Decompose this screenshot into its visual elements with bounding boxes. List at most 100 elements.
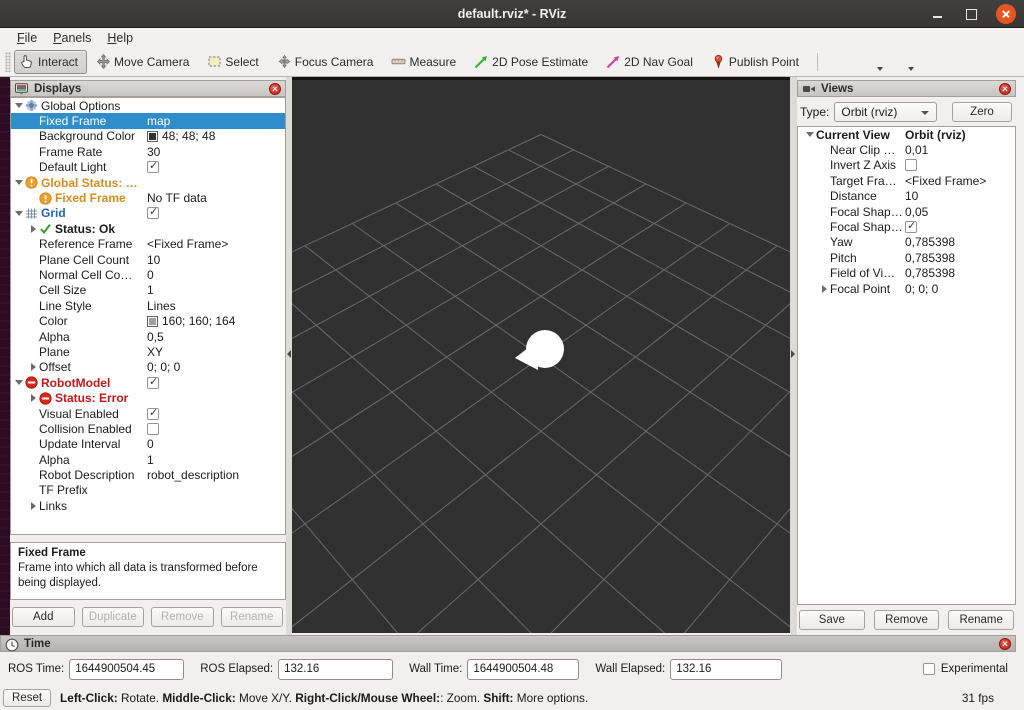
displays-remove-button[interactable]: Remove — [151, 607, 214, 627]
views-save-button[interactable]: Save — [799, 610, 865, 630]
minus-button[interactable] — [858, 50, 885, 76]
tree-row[interactable]: Status: Error — [11, 390, 285, 405]
tool-publish-point[interactable]: Publish Point — [705, 50, 808, 74]
views-rename-button[interactable]: Rename — [948, 610, 1015, 630]
tree-row[interactable]: Invert Z Axis — [798, 158, 1015, 173]
tree-row[interactable]: Default Light — [11, 160, 285, 175]
tool-select[interactable]: Select — [201, 50, 267, 74]
tree-row[interactable]: Pitch 0,785398 — [798, 250, 1015, 265]
tree-row[interactable]: Links — [11, 498, 285, 513]
tree-row[interactable]: Yaw 0,785398 — [798, 235, 1015, 250]
tree-row[interactable]: Target Fra… <Fixed Frame> — [798, 173, 1015, 188]
3d-viewport[interactable] — [68, 77, 1014, 710]
tree-row[interactable]: Update Interval 0 — [11, 437, 285, 452]
tree-row[interactable]: Reference Frame <Fixed Frame> — [11, 237, 285, 252]
displays-add-button[interactable]: Add — [12, 607, 75, 627]
property-value[interactable]: 1 — [147, 283, 154, 297]
tree-row[interactable]: RobotModel — [11, 375, 285, 390]
property-value[interactable]: 10 — [147, 253, 160, 267]
collapse-arrow-icon[interactable] — [30, 501, 36, 510]
collapse-arrow-icon[interactable] — [30, 363, 36, 372]
property-value[interactable]: 0,5 — [147, 330, 164, 344]
displays-close-icon[interactable] — [269, 82, 281, 95]
expand-arrow-icon[interactable] — [15, 103, 23, 109]
expand-arrow-icon[interactable] — [15, 180, 23, 186]
tree-row[interactable]: Collision Enabled — [11, 421, 285, 436]
tree-row[interactable]: Field of Vi… 0,785398 — [798, 266, 1015, 281]
tree-row[interactable]: Visual Enabled — [11, 406, 285, 421]
property-value[interactable]: 0,785398 — [905, 251, 955, 265]
time-panel-header[interactable]: Time — [0, 635, 1016, 652]
checkbox[interactable] — [147, 422, 159, 435]
tree-row[interactable]: Fixed Frame No TF data — [11, 190, 285, 205]
minimize-icon[interactable] — [928, 5, 946, 23]
views-remove-button[interactable]: Remove — [873, 610, 940, 630]
menu-help[interactable]: Help — [100, 30, 140, 46]
displays-panel-header[interactable]: Displays — [10, 80, 286, 97]
checkbox[interactable] — [147, 406, 159, 420]
tree-row[interactable]: Alpha 0,5 — [11, 329, 285, 344]
tree-row[interactable]: Status: Ok — [11, 221, 285, 236]
expand-arrow-icon[interactable] — [15, 210, 23, 216]
collapse-arrow-icon[interactable] — [30, 394, 36, 403]
zero-button[interactable]: Zero — [952, 101, 1012, 122]
tree-row[interactable]: Fixed Frame map — [11, 113, 285, 129]
color-swatch[interactable] — [147, 315, 158, 327]
tree-row[interactable]: Frame Rate 30 — [11, 144, 285, 159]
property-value[interactable]: 48; 48; 48 — [162, 129, 215, 143]
property-value[interactable]: robot_description — [147, 468, 239, 482]
titlebar[interactable]: default.rviz* - RViz — [0, 0, 1024, 28]
property-value[interactable]: No TF data — [147, 191, 207, 205]
experimental-checkbox[interactable] — [922, 663, 935, 675]
checkbox[interactable] — [147, 160, 159, 174]
property-value[interactable]: 0,785398 — [905, 235, 955, 249]
property-value[interactable]: 0; 0; 0 — [905, 282, 938, 296]
maximize-icon[interactable] — [962, 5, 980, 23]
tool-2d-pose-estimate[interactable]: 2D Pose Estimate — [468, 50, 597, 74]
checkbox[interactable] — [147, 375, 159, 389]
tree-row[interactable]: TF Prefix — [11, 483, 285, 498]
property-value[interactable]: 0,785398 — [905, 266, 955, 280]
views-close-icon[interactable] — [999, 82, 1011, 95]
collapse-arrow-icon[interactable] — [30, 224, 36, 233]
property-value[interactable]: 0 — [147, 268, 154, 282]
tree-row[interactable]: Background Color 48; 48; 48 — [11, 129, 285, 144]
property-value[interactable]: map — [147, 114, 170, 128]
views-panel-header[interactable]: Views — [797, 80, 1016, 97]
tree-row[interactable]: Robot Description robot_description — [11, 467, 285, 482]
view-type-select[interactable]: Orbit (rviz) — [834, 101, 938, 122]
tree-row[interactable]: Plane Cell Count 10 — [11, 252, 285, 267]
tool-focus-camera[interactable]: Focus Camera — [271, 50, 383, 74]
property-value[interactable]: 10 — [905, 189, 918, 203]
tree-row[interactable]: Line Style Lines — [11, 298, 285, 313]
property-value[interactable]: <Fixed Frame> — [905, 174, 986, 188]
property-value[interactable]: <Fixed Frame> — [147, 237, 228, 251]
checkbox[interactable] — [147, 206, 159, 220]
eye-button[interactable] — [889, 50, 916, 78]
expand-arrow-icon[interactable] — [15, 380, 23, 386]
time-field[interactable]: 132.16 — [278, 658, 394, 680]
property-value[interactable]: Orbit (rviz) — [905, 128, 966, 142]
time-field[interactable]: 1644900504.48 — [467, 658, 580, 680]
menu-file[interactable]: File — [10, 30, 44, 46]
property-value[interactable]: Lines — [147, 299, 176, 313]
property-value[interactable]: 0 — [147, 437, 154, 451]
property-value[interactable]: 30 — [147, 145, 160, 159]
tool-interact[interactable]: Interact — [14, 49, 88, 74]
tree-row[interactable]: Focal Point 0; 0; 0 — [798, 281, 1015, 296]
time-field[interactable]: 1644900504.45 — [69, 658, 185, 680]
menu-panels[interactable]: Panels — [46, 30, 98, 46]
tree-row[interactable]: Plane XY — [11, 344, 285, 359]
tree-row[interactable]: Alpha 1 — [11, 452, 285, 467]
expand-arrow-icon[interactable] — [806, 132, 814, 138]
right-panel-collapse-handle[interactable] — [790, 77, 797, 635]
tree-row[interactable]: Near Clip … 0,01 — [798, 142, 1015, 157]
tree-row[interactable]: Current View Orbit (rviz) — [798, 127, 1015, 142]
tree-row[interactable]: Distance 10 — [798, 189, 1015, 204]
time-close-icon[interactable] — [999, 637, 1011, 650]
property-value[interactable]: 1 — [147, 453, 154, 467]
plus-button[interactable] — [827, 50, 854, 80]
tree-row[interactable]: Cell Size 1 — [11, 283, 285, 298]
tool-move-camera[interactable]: Move Camera — [90, 50, 198, 74]
tree-row[interactable]: Focal Shap… — [798, 219, 1015, 234]
